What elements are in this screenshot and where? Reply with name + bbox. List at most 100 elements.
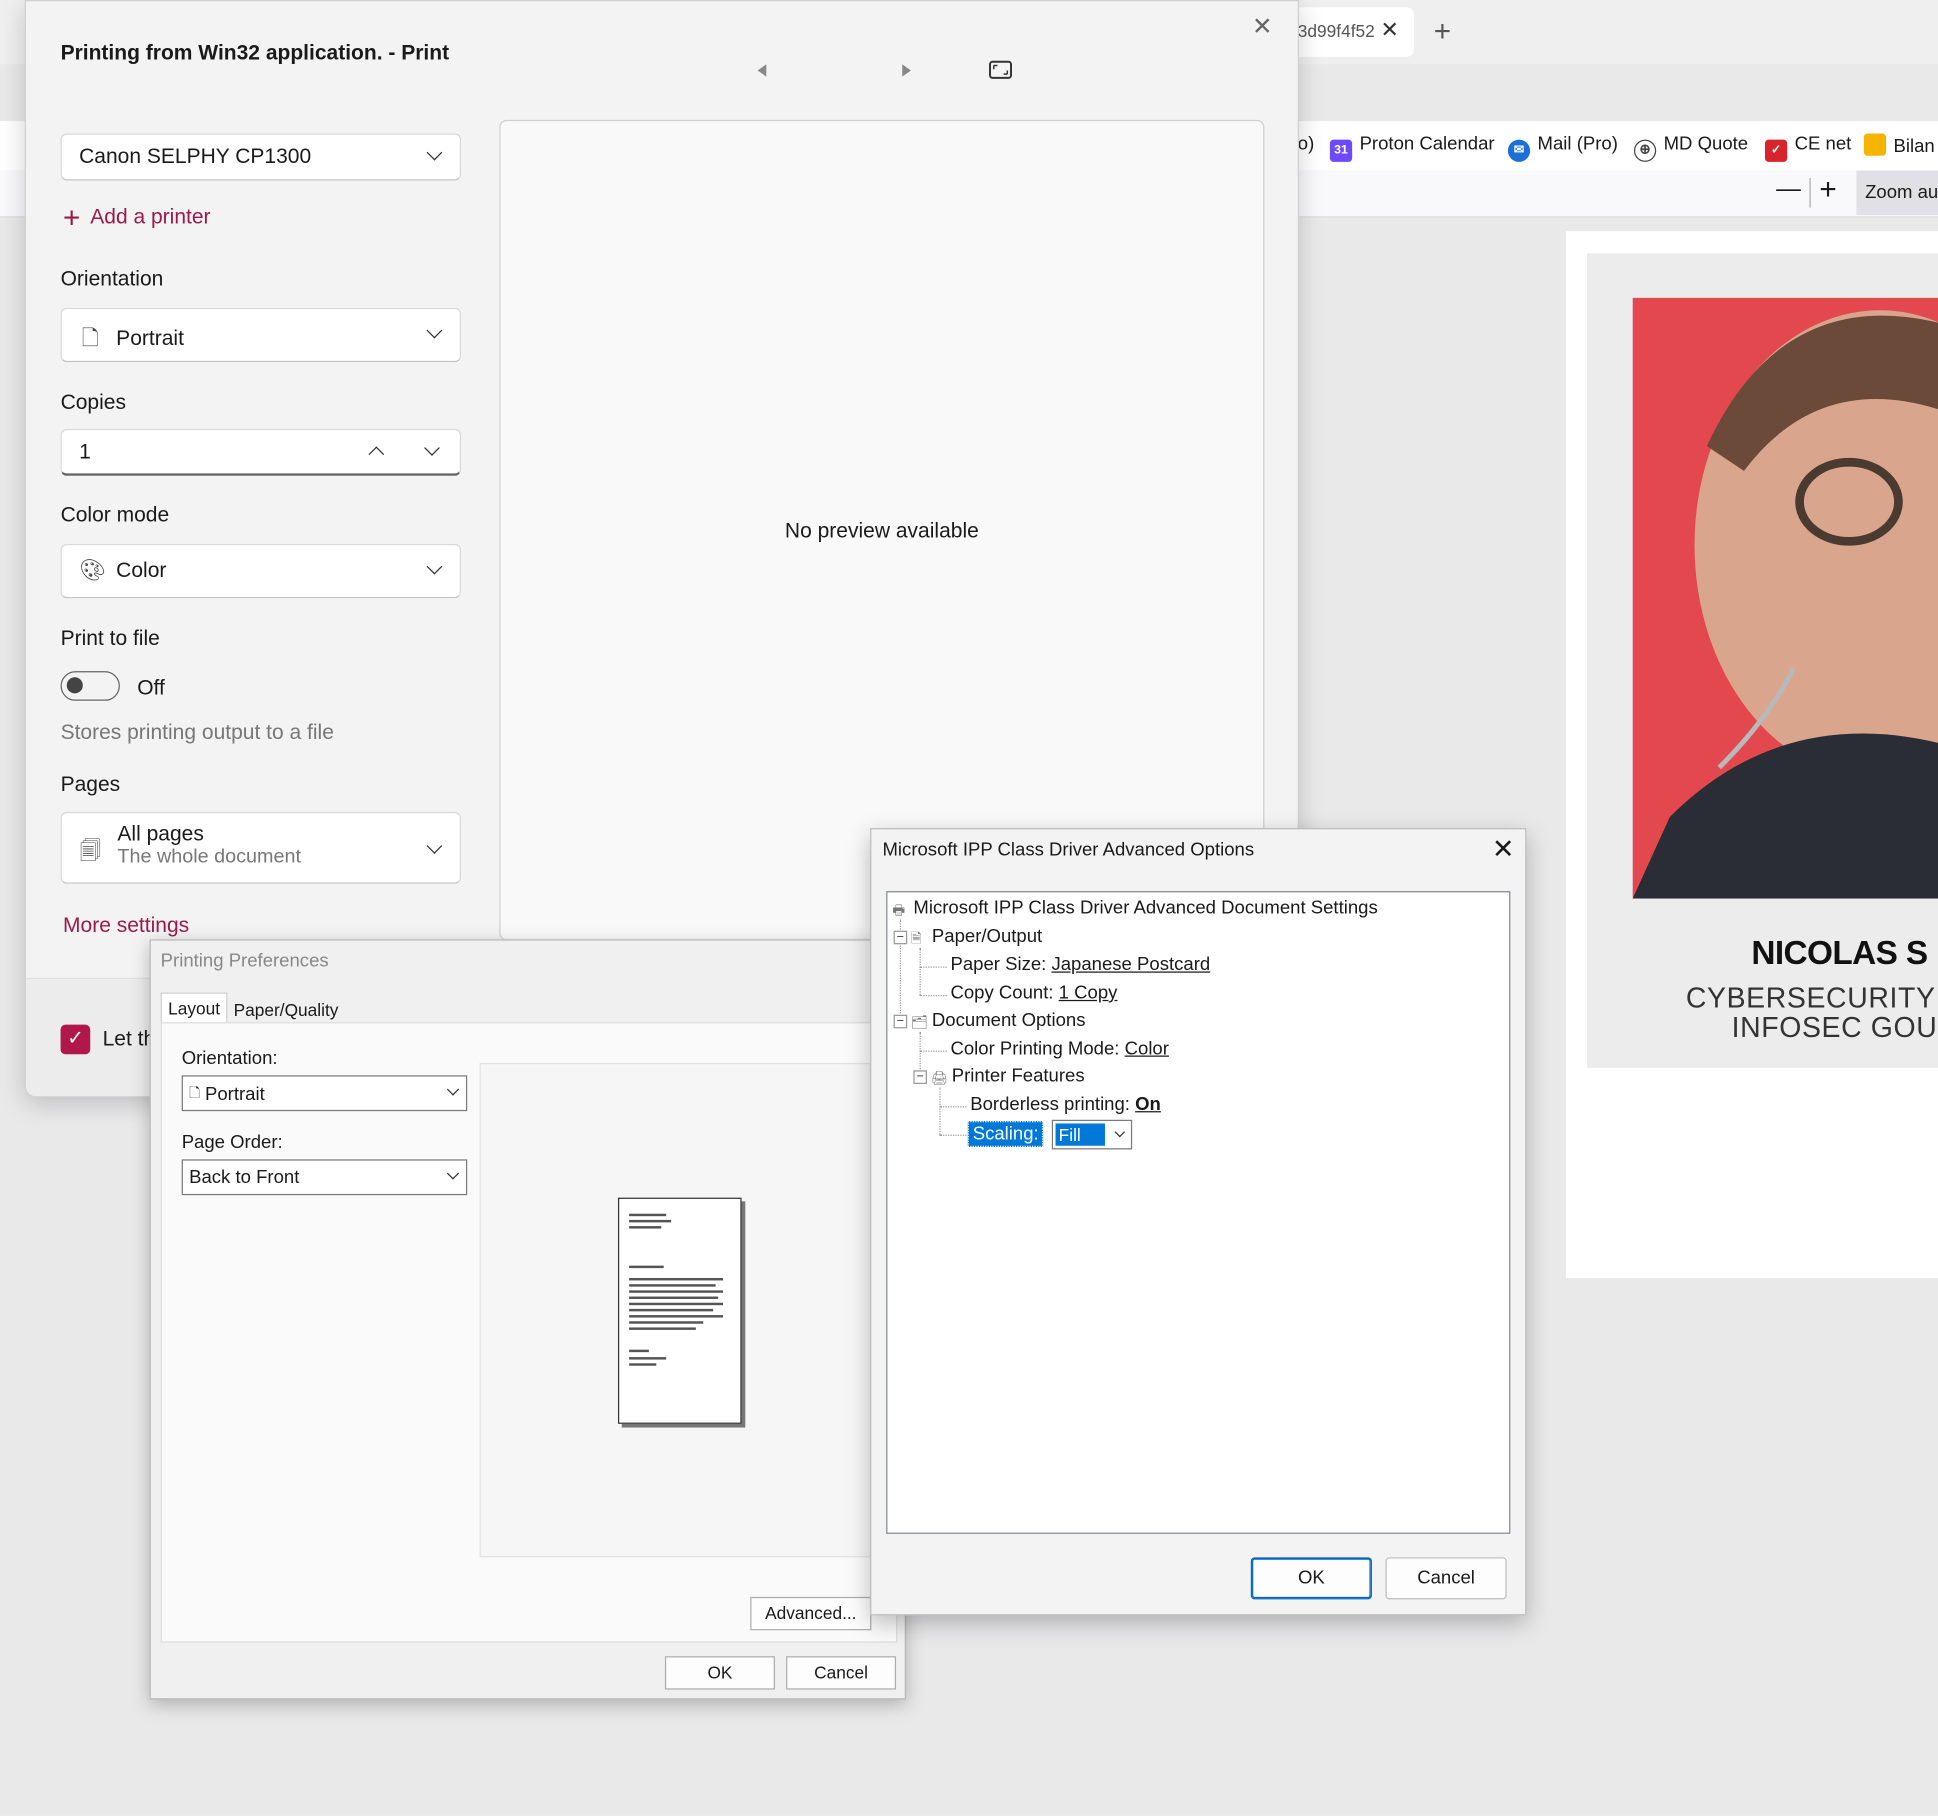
color-mode-select[interactable]: 🎨︎ Color <box>60 543 462 599</box>
screen: 3d99f4f52 ✕ + o) 31 Proton Calendar ✉ Mail… <box>0 0 1938 1816</box>
tree-line <box>919 966 947 968</box>
chevron-down-icon <box>426 558 443 575</box>
bookmark-md-quote[interactable]: ⊕ MD Quote <box>1633 133 1748 162</box>
pref-ok-button[interactable]: OK <box>664 1656 775 1690</box>
tab-paper-quality[interactable]: Paper/Quality <box>227 995 344 1025</box>
plus-icon: + <box>63 201 81 235</box>
pages-icon: 🗐 <box>79 839 101 863</box>
layout-preview-area <box>479 1062 899 1558</box>
bookmark-mail[interactable]: ✉ Mail (Pro) <box>1507 133 1618 162</box>
tab-title: 3d99f4f52 <box>1297 21 1375 41</box>
paper-icon: 🗎 <box>910 931 922 947</box>
toolbar-divider <box>1809 177 1811 208</box>
chevron-up-icon[interactable] <box>368 446 385 463</box>
pages-label: Pages <box>60 772 121 796</box>
portrait-icon: 🗋 <box>189 1086 201 1102</box>
chevron-down-icon[interactable] <box>424 440 440 456</box>
collapse-icon[interactable]: − <box>893 1014 908 1029</box>
tree-line <box>919 947 921 995</box>
advanced-options-title: Microsoft IPP Class Driver Advanced Opti… <box>882 839 1255 861</box>
settings-tree: 🖶 Microsoft IPP Class Driver Advanced Doc… <box>886 891 1511 1534</box>
pref-cancel-button[interactable]: Cancel <box>786 1656 897 1690</box>
chevron-down-icon <box>446 1167 460 1180</box>
portrait-photo <box>1632 297 1938 899</box>
orientation-select[interactable]: 🗋 Portrait <box>60 307 462 363</box>
tab-layout[interactable]: Layout <box>160 992 228 1025</box>
advanced-options-dialog: Microsoft IPP Class Driver Advanced Opti… <box>870 828 1527 1616</box>
printing-preferences-dialog: Printing Preferences Layout Paper/Qualit… <box>149 939 906 1700</box>
bookmark-ce-net[interactable]: ✓ CE net <box>1764 133 1851 162</box>
collapse-icon[interactable]: − <box>893 930 908 945</box>
print-to-file-toggle[interactable] <box>60 671 120 701</box>
chevron-down-icon <box>426 144 443 161</box>
zoom-in-button[interactable]: + <box>1819 173 1836 208</box>
orientation-label: Orientation <box>60 266 164 291</box>
checkbox[interactable]: ✓ <box>60 1024 91 1055</box>
printer-icon: 🖶 <box>892 903 906 919</box>
person-subtitle: CYBERSECURITY INFOSEC GOU <box>1685 981 1938 1044</box>
chevron-down-icon <box>446 1083 460 1096</box>
close-icon[interactable]: ✕ <box>1252 11 1273 42</box>
next-page-icon[interactable] <box>896 61 916 81</box>
scaling-select[interactable]: Fill <box>1051 1119 1132 1150</box>
print-dialog-title: Printing from Win32 application. - Print <box>60 40 450 65</box>
tree-line <box>939 1106 967 1108</box>
tree-root[interactable]: 🖶 Microsoft IPP Class Driver Advanced Doc… <box>892 897 1377 918</box>
color-mode-label: Color mode <box>60 503 170 527</box>
pref-orientation-select[interactable]: 🗋 Portrait <box>181 1075 468 1112</box>
tree-color-printing-mode[interactable]: Color Printing Mode: Color <box>950 1038 1168 1059</box>
person-name: NICOLAS S <box>1751 934 1928 972</box>
features-icon: 🖨 <box>930 1071 948 1087</box>
tree-printer-features[interactable]: 🖨 Printer Features <box>931 1065 1085 1086</box>
previous-page-icon[interactable] <box>753 61 773 81</box>
tree-copy-count[interactable]: Copy Count: 1 Copy <box>950 983 1117 1004</box>
bookmark-bilan[interactable]: Bilan <box>1863 133 1935 157</box>
advanced-cancel-button[interactable]: Cancel <box>1385 1557 1507 1600</box>
copies-label: Copies <box>60 390 126 415</box>
tree-paper-output[interactable]: 🗎 Paper/Output <box>911 926 1042 947</box>
copies-stepper[interactable]: 1 <box>60 428 462 476</box>
page-order-label: Page Order: <box>181 1132 283 1154</box>
layout-tab-pane: Orientation: 🗋 Portrait Page Order: Back … <box>160 1022 899 1643</box>
toggle-knob <box>66 677 83 694</box>
tree-borderless-printing[interactable]: Borderless printing: On <box>970 1094 1161 1115</box>
tree-line <box>919 994 947 997</box>
fit-to-window-icon[interactable] <box>988 58 1015 83</box>
close-tab-icon[interactable]: ✕ <box>1380 17 1399 43</box>
ce-icon: ✓ <box>1764 139 1788 162</box>
zoom-out-button[interactable]: — <box>1776 176 1801 204</box>
collapse-icon[interactable]: − <box>913 1070 927 1084</box>
pref-orientation-label: Orientation: <box>181 1048 278 1070</box>
print-preview-pane: No preview available <box>499 119 1265 941</box>
toggle-state-label: Off <box>137 676 165 700</box>
close-icon[interactable]: ✕ <box>1492 833 1515 865</box>
tree-line <box>919 1050 947 1052</box>
pages-select[interactable]: 🗐 All pages The whole document <box>60 812 462 884</box>
bookmark-item[interactable]: o) <box>1298 133 1314 154</box>
browser-tab[interactable]: 3d99f4f52 ✕ <box>1285 7 1414 57</box>
bookmark-proton-calendar[interactable]: 31 Proton Calendar <box>1329 133 1495 162</box>
checkbox-label: Let th <box>102 1027 156 1051</box>
advanced-button[interactable]: Advanced... <box>750 1596 872 1631</box>
new-tab-button[interactable]: + <box>1434 15 1451 50</box>
document-options-icon: 🗂 <box>910 1015 929 1031</box>
printer-select[interactable]: Canon SELPHY CP1300 <box>60 133 462 181</box>
add-printer-link[interactable]: + Add a printer <box>63 201 211 236</box>
document-thumbnail <box>617 1197 742 1424</box>
no-preview-text: No preview available <box>784 519 979 543</box>
globe-icon: ⊕ <box>1633 139 1657 162</box>
print-to-file-description: Stores printing output to a file <box>60 720 334 745</box>
tree-scaling[interactable]: Scaling: Fill <box>967 1119 1132 1150</box>
page-order-select[interactable]: Back to Front <box>181 1159 468 1196</box>
tree-line <box>939 1134 967 1136</box>
mail-icon: ✉ <box>1507 139 1531 162</box>
zoom-select[interactable]: Zoom au <box>1856 170 1938 216</box>
advanced-ok-button[interactable]: OK <box>1250 1557 1372 1600</box>
tree-document-options[interactable]: 🗂 Document Options <box>911 1010 1086 1031</box>
folder-icon <box>1863 133 1887 156</box>
chevron-down-icon <box>426 322 443 339</box>
tree-paper-size[interactable]: Paper Size: Japanese Postcard <box>950 954 1210 975</box>
more-settings-link[interactable]: More settings <box>63 913 189 938</box>
calendar-icon: 31 <box>1329 139 1353 162</box>
preferences-title: Printing Preferences <box>160 950 329 972</box>
